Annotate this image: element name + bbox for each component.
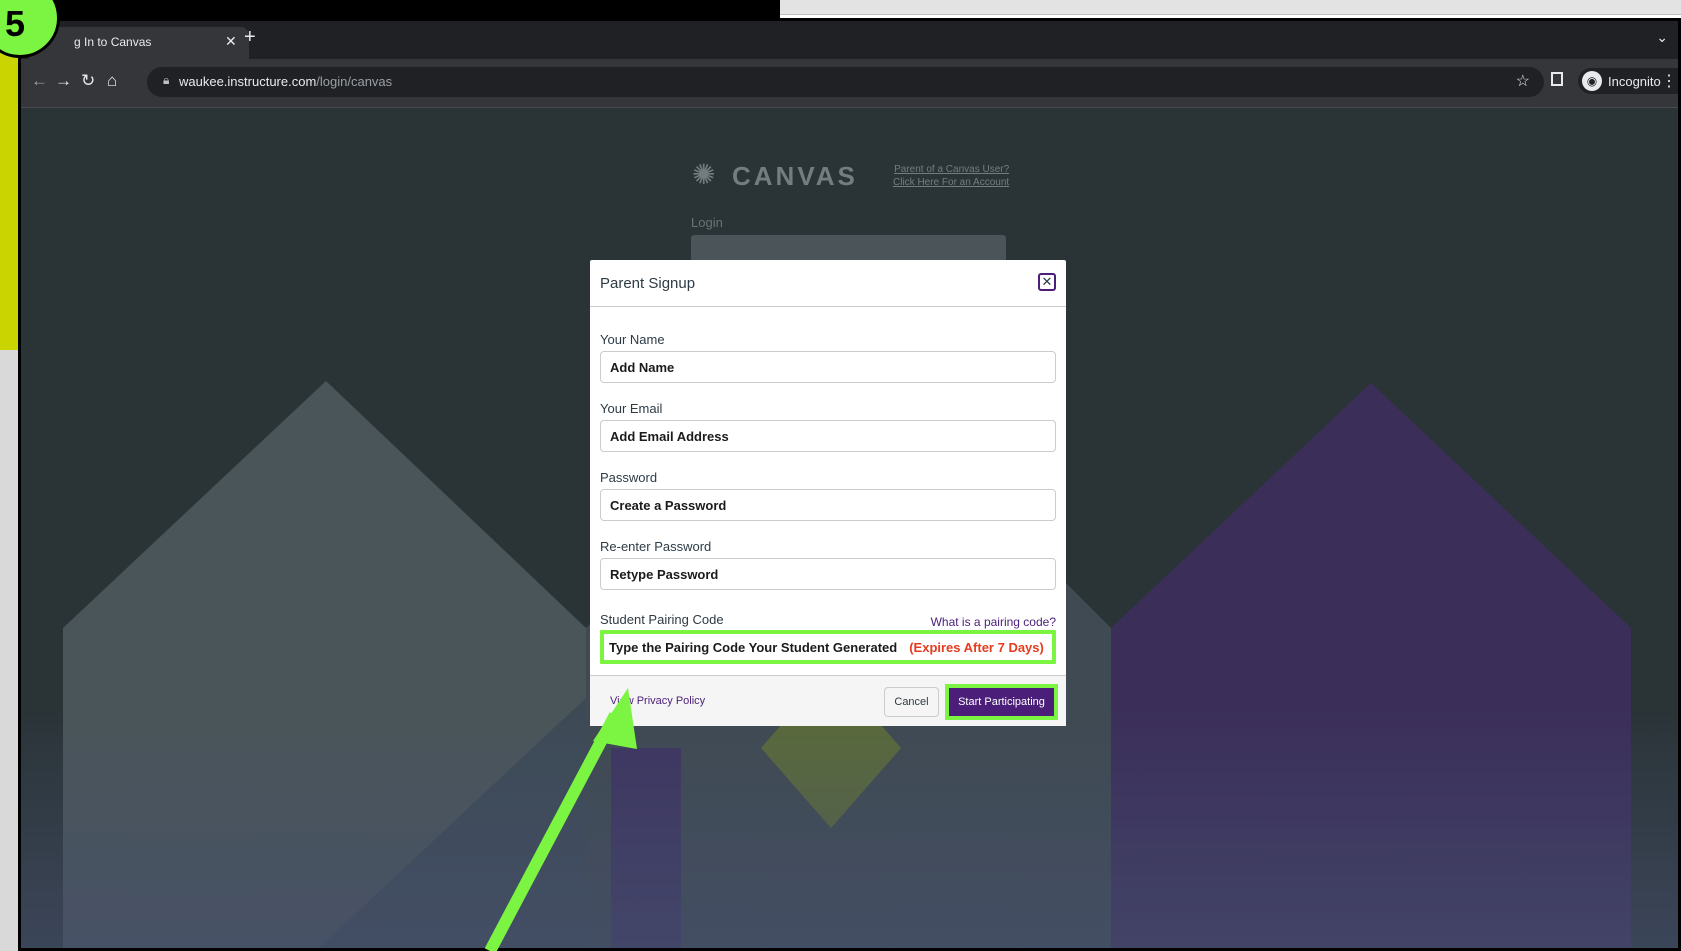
browser-toolbar: ← → ↻ ⌂ 🔒︎ waukee.instructure.com/login/… — [21, 59, 1678, 108]
canvas-logo-text: CANVAS — [732, 161, 858, 191]
tab-strip: g In to Canvas ✕ + ⌄ — [21, 21, 1678, 59]
browser-tab[interactable]: g In to Canvas ✕ — [29, 27, 249, 59]
pairing-code-help-link[interactable]: What is a pairing code? — [931, 615, 1056, 629]
forward-arrow-icon[interactable]: → — [55, 71, 72, 91]
background-strip-top-right — [780, 0, 1681, 15]
privacy-policy-link[interactable]: View Privacy Policy — [610, 695, 705, 707]
canvas-logo-icon: ✺ — [692, 159, 716, 190]
pairing-code-field[interactable]: Type the Pairing Code Your Student Gener… — [600, 630, 1056, 664]
email-label: Your Email — [600, 401, 663, 416]
profile-label: Incognito — [1608, 74, 1661, 89]
password-field[interactable]: Create a Password — [600, 489, 1056, 521]
email-field[interactable]: Add Email Address — [600, 420, 1056, 452]
side-panel-icon[interactable] — [1551, 72, 1563, 86]
confirm-password-field[interactable]: Retype Password — [600, 558, 1056, 590]
tab-title: g In to Canvas — [74, 35, 152, 49]
start-participating-button[interactable]: Start Participating — [945, 684, 1058, 720]
lock-icon[interactable]: 🔒︎ — [163, 73, 169, 88]
modal-title: Parent Signup — [600, 275, 696, 292]
address-bar[interactable]: 🔒︎ waukee.instructure.com/login/canvas ☆ — [147, 67, 1544, 97]
modal-header: Parent Signup ✕ — [590, 260, 1066, 307]
background-fade — [21, 708, 1678, 948]
tab-close-icon[interactable]: ✕ — [225, 33, 237, 50]
password-label: Password — [600, 470, 658, 485]
cancel-button[interactable]: Cancel — [884, 687, 939, 717]
pairing-code-label: Student Pairing Code — [600, 612, 724, 627]
parent-signup-link[interactable]: Parent of a Canvas User? Click Here For … — [893, 163, 1009, 189]
name-label: Your Name — [600, 332, 665, 347]
close-icon[interactable]: ✕ — [1038, 273, 1056, 291]
url-host: waukee.instructure.com — [179, 74, 317, 89]
back-arrow-icon[interactable]: ← — [31, 71, 48, 91]
tab-search-chevron-icon[interactable]: ⌄ — [1656, 29, 1668, 46]
step-number: 5 — [5, 3, 26, 44]
name-field[interactable]: Add Name — [600, 351, 1056, 383]
parent-link-line2: Click Here For an Account — [893, 177, 1010, 188]
home-icon[interactable]: ⌂ — [107, 71, 117, 91]
confirm-password-label: Re-enter Password — [600, 539, 712, 554]
modal-footer: View Privacy Policy Cancel Start Partici… — [590, 675, 1066, 726]
expires-note: (Expires After 7 Days) — [909, 640, 1044, 655]
background-strip-left-lower — [0, 350, 20, 951]
new-tab-icon[interactable]: + — [244, 26, 256, 49]
url-path: /login/canvas — [316, 74, 393, 89]
parent-signup-modal: Parent Signup ✕ Your Name Add Name Your … — [590, 260, 1066, 726]
tutorial-frame: g In to Canvas ✕ + ⌄ ← → ↻ ⌂ 🔒︎ waukee.i… — [0, 0, 1681, 951]
incognito-icon: ◉ — [1582, 71, 1602, 91]
login-label: Login — [691, 215, 723, 230]
pairing-code-placeholder: Type the Pairing Code Your Student Gener… — [609, 640, 898, 655]
star-icon[interactable]: ☆ — [1516, 71, 1530, 91]
kebab-menu-icon[interactable]: ⋮ — [1661, 71, 1677, 91]
parent-link-line1: Parent of a Canvas User? — [894, 164, 1010, 175]
url-text: waukee.instructure.com/login/canvas — [179, 74, 392, 89]
reload-icon[interactable]: ↻ — [81, 71, 95, 91]
